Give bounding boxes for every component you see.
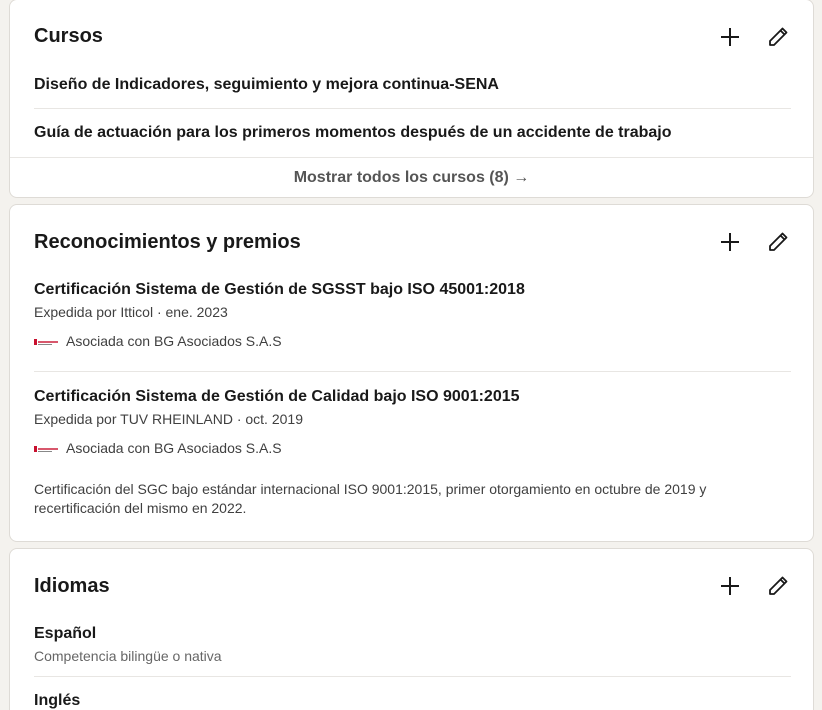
plus-icon: [721, 28, 739, 46]
award-title: Certificación Sistema de Gestión de SGSS…: [34, 281, 525, 298]
add-language-button[interactable]: [712, 568, 748, 604]
divider: [34, 371, 791, 372]
divider: [10, 157, 813, 158]
add-course-button[interactable]: [712, 19, 748, 55]
award-issuer: Expedida por TUV RHEINLAND · oct. 2019: [34, 411, 303, 427]
divider: [34, 676, 791, 677]
language-name: Inglés: [34, 692, 81, 709]
plus-icon: [721, 577, 739, 595]
association-label: Asociada con BG Asociados S.A.S: [66, 333, 282, 349]
award-issuer: Expedida por Itticol · ene. 2023: [34, 304, 228, 320]
pencil-icon: [769, 27, 788, 46]
awards-title: Reconocimientos y premios: [34, 231, 301, 253]
divider: [34, 108, 791, 109]
profile-page: Cursos Diseño de Indicadores, seguimient…: [0, 0, 822, 710]
language-level: Competencia bilingüe o nativa: [34, 648, 222, 664]
pencil-icon: [769, 576, 788, 595]
languages-title: Idiomas: [34, 575, 110, 597]
edit-courses-button[interactable]: [760, 19, 796, 55]
courses-title: Cursos: [34, 25, 103, 47]
add-award-button[interactable]: [712, 224, 748, 260]
award-description: Certificación del SGC bajo estándar inte…: [34, 481, 707, 516]
company-logo-icon: [34, 442, 58, 454]
edit-languages-button[interactable]: [760, 568, 796, 604]
show-all-courses-link[interactable]: Mostrar todos los cursos (8) →: [10, 169, 813, 187]
courses-card: Cursos Diseño de Indicadores, seguimient…: [9, 0, 814, 198]
company-logo-icon: [34, 335, 58, 347]
plus-icon: [721, 233, 739, 251]
course-item: Guía de actuación para los primeros mome…: [34, 124, 672, 141]
association-label: Asociada con BG Asociados S.A.S: [66, 440, 282, 456]
award-title: Certificación Sistema de Gestión de Cali…: [34, 388, 520, 405]
award-association: Asociada con BG Asociados S.A.S: [34, 333, 282, 349]
awards-card: Reconocimientos y premios Certificación …: [9, 204, 814, 542]
language-name: Español: [34, 625, 97, 642]
pencil-icon: [769, 232, 788, 251]
course-item: Diseño de Indicadores, seguimiento y mej…: [34, 76, 499, 93]
languages-card: Idiomas Español Competencia bilingüe o n…: [9, 548, 814, 710]
award-association: Asociada con BG Asociados S.A.S: [34, 440, 282, 456]
edit-awards-button[interactable]: [760, 224, 796, 260]
